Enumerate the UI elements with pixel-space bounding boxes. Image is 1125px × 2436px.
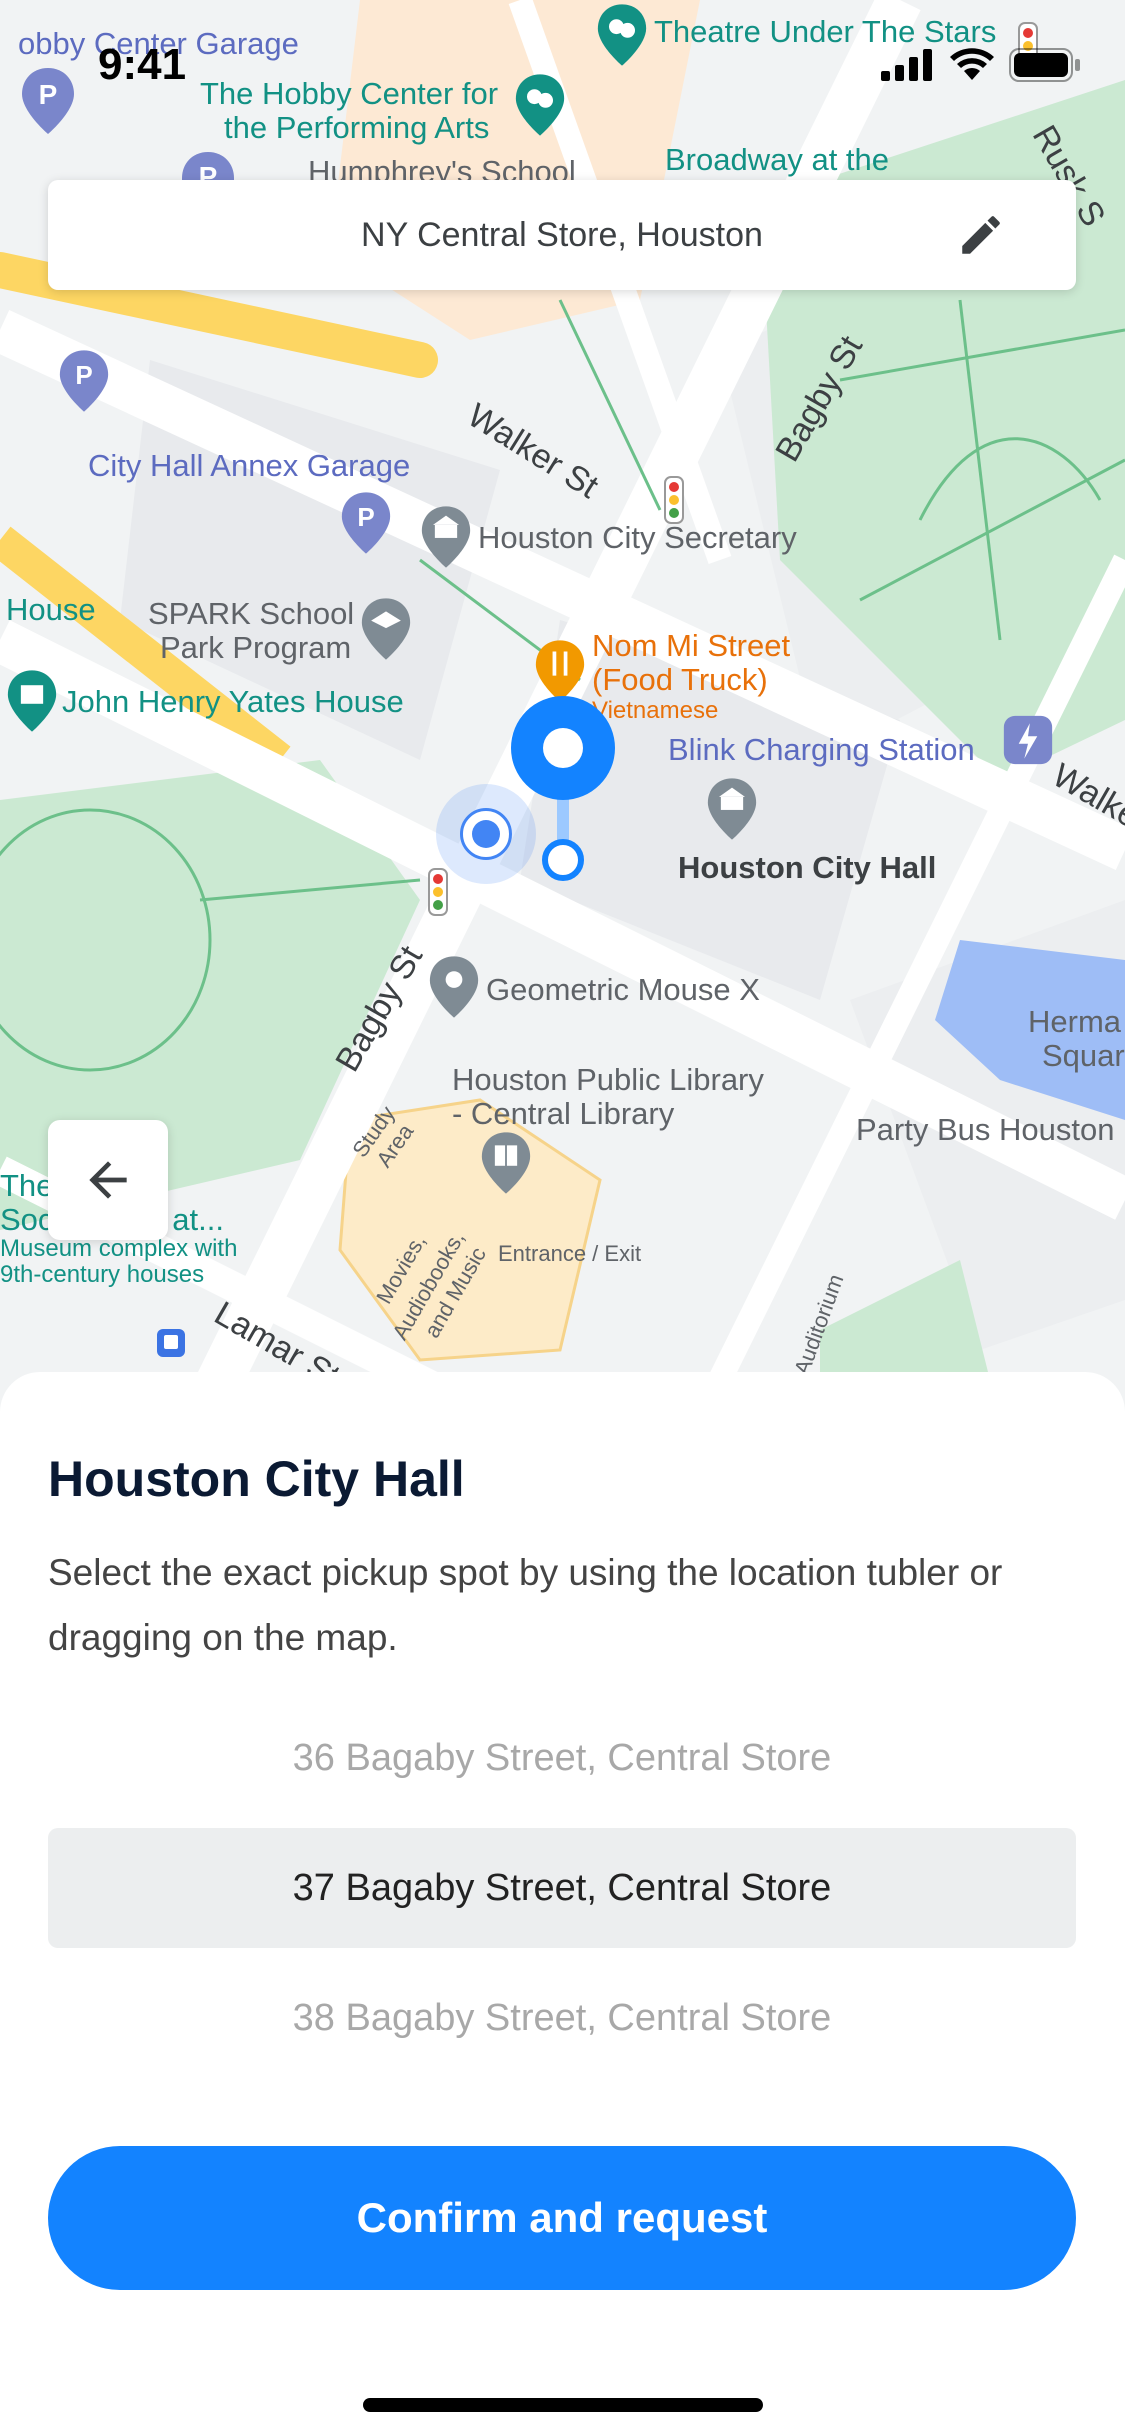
map-label-nom-mi: Nom Mi Street: [592, 628, 791, 663]
arrow-left-icon: [89, 1161, 127, 1199]
current-location-icon[interactable]: [460, 808, 512, 860]
pencil-icon[interactable]: [956, 210, 1006, 260]
map-label-city-secretary: Houston City Secretary: [478, 520, 797, 555]
home-indicator: [363, 2398, 763, 2412]
map-label-city-hall: Houston City Hall: [678, 850, 937, 885]
status-icons: [881, 48, 1081, 82]
traffic-light-icon: [428, 868, 448, 916]
museum-icon[interactable]: [6, 668, 58, 734]
map-label-public-library: Houston Public Library: [452, 1062, 764, 1097]
parking-icon[interactable]: P: [58, 348, 110, 414]
map-label-geometric-mouse: Geometric Mouse X: [486, 972, 760, 1007]
civic-building-icon[interactable]: [420, 504, 472, 570]
search-input[interactable]: NY Central Store, Houston: [361, 216, 763, 255]
map-label-broadway: Broadway at the: [665, 142, 890, 177]
map-label-entrance-exit: Entrance / Exit: [498, 1241, 642, 1266]
pickup-pin-icon[interactable]: [508, 690, 618, 890]
school-icon[interactable]: [360, 596, 412, 662]
place-icon[interactable]: [428, 954, 480, 1020]
map-label-museum-the: The: [0, 1168, 54, 1203]
address-option[interactable]: 36 Bagaby Street, Central Store: [48, 1698, 1076, 1818]
map-label-house: House: [6, 592, 96, 627]
signal-icon: [881, 49, 932, 81]
status-bar: 9:41: [0, 0, 1125, 132]
library-icon[interactable]: [480, 1130, 532, 1196]
wifi-icon: [950, 48, 994, 80]
ev-charging-icon[interactable]: [1002, 714, 1054, 766]
address-option-selected[interactable]: 37 Bagaby Street, Central Store: [48, 1828, 1076, 1948]
map-label-museum-desc-2: 9th-century houses: [0, 1261, 205, 1288]
map-label-yates-house: John Henry Yates House: [62, 684, 404, 719]
traffic-light-icon: [664, 476, 684, 524]
svg-text:P: P: [75, 360, 92, 390]
map-label-blink-charging: Blink Charging Station: [668, 732, 975, 767]
map-label-annex-garage: City Hall Annex Garage: [88, 448, 411, 483]
search-box[interactable]: NY Central Store, Houston: [48, 180, 1076, 290]
map-label-party-bus: Party Bus Houston: [856, 1112, 1115, 1147]
address-option[interactable]: 38 Bagaby Street, Central Store: [48, 1958, 1076, 2078]
place-title: Houston City Hall: [48, 1451, 465, 1507]
parking-icon[interactable]: P: [340, 490, 392, 556]
map-label-central-library: - Central Library: [452, 1096, 675, 1131]
battery-icon: [1009, 48, 1080, 82]
bus-stop-icon[interactable]: [156, 1328, 186, 1358]
map-label-food-truck: (Food Truck): [592, 662, 768, 697]
place-description: Select the exact pickup spot by using th…: [48, 1552, 1003, 1658]
map-label-spark-program: Park Program: [160, 630, 352, 665]
civic-building-icon[interactable]: [706, 776, 758, 842]
status-time: 9:41: [98, 40, 187, 89]
map-label-spark-school: SPARK School: [148, 596, 355, 631]
confirm-request-button[interactable]: Confirm and request: [48, 2146, 1076, 2290]
map[interactable]: obby Center Garage Theatre Under The Sta…: [0, 0, 1125, 1420]
map-label-herman-square-2: Squar: [1042, 1038, 1125, 1073]
back-button[interactable]: [48, 1120, 168, 1240]
svg-text:P: P: [357, 502, 374, 532]
map-label-herman-square: Herma: [1028, 1004, 1122, 1039]
